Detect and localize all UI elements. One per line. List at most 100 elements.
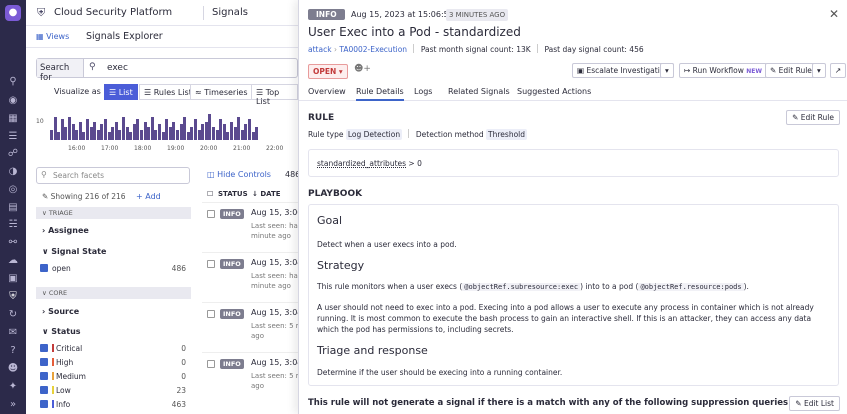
sync-icon[interactable]: ↻ [7, 309, 19, 321]
escalate-investigation-button[interactable]: ▣ Escalate Investigation [572, 63, 675, 78]
histogram-bar[interactable] [237, 116, 241, 140]
histogram-bar[interactable] [150, 116, 154, 140]
histogram-bar[interactable] [179, 124, 183, 140]
histogram-bar[interactable] [183, 116, 187, 140]
assign-user-icon[interactable]: ☻+ [354, 64, 371, 74]
histogram-bar[interactable] [161, 132, 165, 140]
histogram-bar[interactable] [165, 119, 169, 140]
search-input[interactable]: exec [107, 63, 128, 73]
column-status[interactable]: STATUS [218, 190, 248, 198]
table-row[interactable]: INFO Aug 15, 3:04:20 pm Last seen: 5 minut… [202, 352, 331, 402]
table-row[interactable]: INFO Aug 15, 3:06:52 pm Last seen: half a … [202, 202, 331, 252]
dashboard-icon[interactable]: ▦ [7, 113, 19, 125]
checkbox[interactable] [40, 358, 48, 366]
logs-icon[interactable]: ◎ [7, 184, 19, 196]
monitor-icon[interactable]: ⚯ [7, 237, 19, 249]
histogram-bar[interactable] [132, 124, 136, 140]
user-icon[interactable]: ☻ [7, 363, 19, 375]
facet-item-status[interactable]: High 0 [40, 358, 190, 367]
search-bar[interactable]: Search for ⚲ exec [36, 58, 298, 83]
histogram-bar[interactable] [122, 116, 125, 140]
histogram-bar[interactable] [89, 127, 93, 140]
histogram-bar[interactable] [111, 127, 115, 140]
facet-source[interactable]: › Source [42, 307, 79, 316]
histogram-bar[interactable] [226, 132, 230, 140]
histogram-bar[interactable] [204, 121, 208, 140]
edit-rule-dropdown-button[interactable]: ▾ [812, 63, 826, 78]
histogram-bar[interactable] [172, 121, 176, 140]
histogram-bar[interactable] [104, 119, 107, 140]
histogram-bar[interactable] [251, 132, 255, 140]
tab-suggested-actions[interactable]: Suggested Actions [517, 87, 591, 96]
tab-rule-details[interactable]: Rule Details [356, 87, 404, 101]
facet-item-status[interactable]: Medium 0 [40, 372, 190, 381]
column-checkbox[interactable]: ☐ [207, 190, 213, 198]
histogram-bar[interactable] [129, 132, 133, 140]
histogram-bar[interactable] [190, 127, 194, 140]
edit-rule-top-button[interactable]: ✎ Edit Rule [765, 63, 817, 78]
viz-list-button[interactable]: ☰ List [104, 84, 138, 100]
cloud-icon[interactable]: ☁ [7, 255, 19, 267]
facet-item-open[interactable]: open 486 [40, 264, 190, 273]
histogram-bar[interactable] [230, 121, 233, 140]
network-icon[interactable]: ▤ [7, 202, 19, 214]
histogram-bar[interactable] [93, 121, 97, 140]
histogram-bar[interactable] [240, 129, 244, 140]
histogram-bar[interactable] [154, 129, 158, 140]
checkbox[interactable] [40, 264, 48, 272]
chat-icon[interactable]: ✉ [7, 327, 19, 339]
histogram-bar[interactable] [140, 129, 143, 140]
table-row[interactable]: INFO Aug 15, 3:04:55 pm Last seen: half a … [202, 252, 331, 302]
integrations-icon[interactable]: ☵ [7, 219, 19, 231]
help-icon[interactable]: ? [7, 345, 19, 357]
facet-search-input[interactable]: Search facets [36, 167, 190, 184]
section-core[interactable]: ∨ CORE [36, 287, 191, 299]
signal-histogram[interactable]: 10 16:00 17:00 18:00 19:00 20:00 21:00 22:00 [36, 110, 298, 152]
row-checkbox[interactable] [207, 360, 215, 368]
share-icon[interactable]: ↗ [830, 63, 847, 78]
tag-attack[interactable]: attack [308, 45, 332, 54]
histogram-bar[interactable] [168, 127, 172, 140]
histogram-bar[interactable] [233, 127, 237, 140]
hide-controls-button[interactable]: ◫ Hide Controls [207, 170, 271, 179]
histogram-bar[interactable] [96, 129, 100, 140]
histogram-bar[interactable] [215, 129, 219, 140]
histogram-bar[interactable] [201, 124, 205, 140]
histogram-bar[interactable] [147, 127, 151, 140]
security-icon[interactable]: ⛨ [7, 291, 19, 303]
edit-list-button[interactable]: ✎ Edit List [789, 396, 840, 411]
edit-rule-button[interactable]: ✎ Edit Rule [786, 110, 840, 125]
histogram-bar[interactable] [64, 127, 68, 140]
state-dropdown[interactable]: OPEN ▾ [308, 64, 348, 79]
close-icon[interactable]: ✕ [829, 7, 839, 21]
histogram-bar[interactable] [75, 129, 79, 140]
column-date[interactable]: ↓ DATE [252, 190, 281, 198]
histogram-bar[interactable] [53, 116, 57, 140]
infrastructure-icon[interactable]: ☍ [7, 148, 19, 160]
histogram-bar[interactable] [57, 132, 61, 140]
row-checkbox[interactable] [207, 310, 215, 318]
histogram-bar[interactable] [244, 124, 248, 140]
histogram-bar[interactable] [86, 119, 89, 140]
histogram-bar[interactable] [158, 124, 161, 140]
tab-logs[interactable]: Logs [414, 87, 432, 96]
checkbox[interactable] [40, 344, 48, 352]
box-icon[interactable]: ▣ [7, 273, 19, 285]
histogram-bar[interactable] [118, 129, 122, 140]
histogram-bar[interactable] [82, 132, 86, 140]
histogram-bar[interactable] [212, 127, 215, 140]
histogram-bar[interactable] [255, 127, 259, 140]
histogram-bar[interactable] [78, 121, 82, 140]
histogram-bar[interactable] [50, 129, 53, 140]
histogram-bar[interactable] [248, 119, 251, 140]
histogram-bar[interactable] [222, 124, 226, 140]
checkbox[interactable] [40, 372, 48, 380]
histogram-bar[interactable] [219, 119, 223, 140]
add-facet-button[interactable]: + Add [136, 192, 161, 201]
facet-status[interactable]: ∨ Status [42, 327, 81, 336]
facet-item-status[interactable]: Critical 0 [40, 344, 190, 353]
search-icon[interactable]: ⚲ [7, 76, 19, 88]
run-workflow-button[interactable]: ↦ Run Workflow NEW [679, 63, 768, 78]
histogram-bar[interactable] [143, 121, 147, 140]
viz-top-list-button[interactable]: ☰ Top List [251, 84, 298, 106]
